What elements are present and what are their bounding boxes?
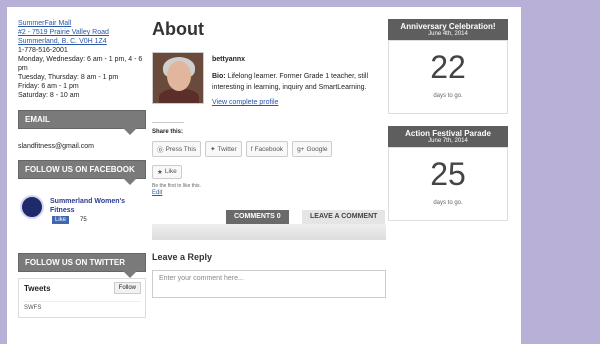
press-this-button[interactable]: ⓪ Press This [152,141,202,157]
countdown-header: Anniversary Celebration! June 4th, 2014 [388,19,508,40]
countdown-body: 25 days to go. [388,147,508,221]
countdown-body: 22 days to go. [388,40,508,114]
address-link-street[interactable]: #2 - 7519 Prairie Valley Road [18,28,146,37]
wordpress-icon: ⓪ [157,147,164,154]
edit-link[interactable]: Edit [152,190,162,196]
countdown-days: 25 [430,156,466,192]
star-icon: ★ [157,169,163,176]
author-name: bettyannx [212,56,246,63]
facebook-like-button[interactable]: Like [52,216,70,224]
address-link-city[interactable]: Summerland, B. C. V0H 1Z4 [18,37,146,46]
countdown-anniversary: Anniversary Celebration! June 4th, 2014 … [388,19,508,114]
facebook-share-button[interactable]: f Facebook [245,141,289,157]
page-title: About [152,19,204,39]
twitter-icon: ✦ [210,146,216,153]
share-buttons: ⓪ Press This ✦ Twitter f Facebook g+ Google [152,141,386,157]
tweets-heading: Tweets [24,284,51,293]
facebook-icon: f [250,145,253,153]
comment-input[interactable]: Enter your comment here... [152,270,386,298]
like-button[interactable]: ★ Like [152,165,182,179]
author-box: bettyannx Bio: Lifelong learner. Former … [152,52,386,122]
tab-bar [152,224,386,240]
reply-heading: Leave a Reply [152,252,213,262]
facebook-box: Summerland Women's Fitness Like 75 [18,195,146,243]
google-share-button[interactable]: g+ Google [292,141,333,157]
author-avatar [152,52,204,104]
share-divider [152,122,184,123]
countdown-title: Action Festival Parade [405,129,491,138]
main-content: About bettyannx Bio: Lifelong learner. F… [152,19,386,298]
countdown-date: June 7th, 2014 [428,138,468,144]
hours-mon-wed: Monday, Wednesday: 6 am - 1 pm, 4 - 6 pm [18,56,143,72]
left-sidebar: SummerFair Mall #2 - 7519 Prairie Valley… [18,19,146,318]
right-sidebar: Anniversary Celebration! June 4th, 2014 … [388,19,508,233]
hours-tue-thu: Tuesday, Thursday: 8 am - 1 pm [18,74,119,81]
countdown-label: days to go. [433,200,463,206]
hours-sat: Saturday: 8 - 10 am [18,92,80,99]
tab-comments[interactable]: COMMENTS 0 [226,210,289,224]
email-widget-title: EMAIL [18,110,146,135]
google-plus-icon: g+ [297,145,305,153]
address-block: SummerFair Mall #2 - 7519 Prairie Valley… [18,19,146,100]
twitter-share-button[interactable]: ✦ Twitter [205,141,242,157]
facebook-logo[interactable] [20,195,44,219]
twitter-box: Tweets Follow SWFS [18,278,146,318]
phone: 1-778-516-2001 [18,47,68,54]
view-profile-link[interactable]: View complete profile [212,99,278,106]
countdown-header: Action Festival Parade June 7th, 2014 [388,126,508,147]
share-label: Share this: [152,129,184,135]
facebook-like-count: 75 [80,217,87,223]
twitter-follow-button[interactable]: Follow [113,282,141,294]
tab-leave-comment[interactable]: LEAVE A COMMENT [302,210,386,224]
bio-text: Lifelong learner. Former Grade 1 teacher… [212,73,369,91]
email-address: slandfitness@gmail.com [18,143,94,150]
address-link-mall[interactable]: SummerFair Mall [18,19,146,28]
twitter-widget-title: FOLLOW US ON TWITTER [18,253,146,278]
countdown-days: 22 [430,49,466,85]
author-bio: Bio: Lifelong learner. Former Grade 1 te… [212,71,388,93]
countdown-parade: Action Festival Parade June 7th, 2014 25… [388,126,508,221]
page: SummerFair Mall #2 - 7519 Prairie Valley… [7,7,521,344]
countdown-title: Anniversary Celebration! [400,22,496,31]
facebook-widget-title: FOLLOW US ON FACEBOOK [18,160,146,185]
countdown-label: days to go. [433,93,463,99]
bio-label: Bio: [212,73,226,80]
tweet-row[interactable]: SWFS [24,301,141,311]
hours-fri: Friday: 6 am - 1 pm [18,83,79,90]
like-note: Be the first to like this. [152,183,201,189]
comment-tabs: COMMENTS 0 LEAVE A COMMENT [152,210,386,242]
facebook-page-name[interactable]: Summerland Women's Fitness [50,197,146,215]
countdown-date: June 4th, 2014 [428,31,468,37]
